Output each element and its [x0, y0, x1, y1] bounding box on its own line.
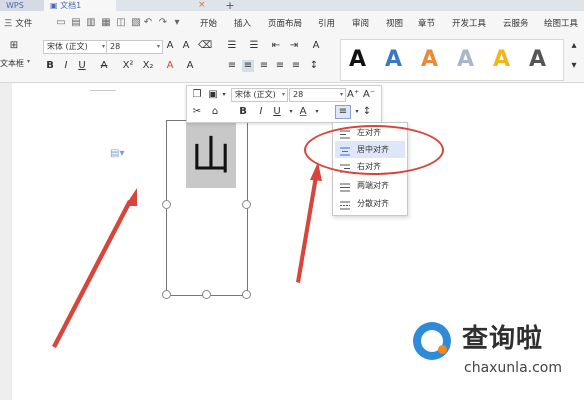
- watermark-url: chaxunla.com: [464, 360, 562, 376]
- arrow-to-textbox: [52, 188, 137, 348]
- watermark-brand: 查询啦: [462, 324, 544, 354]
- arrow-to-align-menu: [296, 162, 322, 283]
- watermark-logo-dot: [438, 345, 447, 354]
